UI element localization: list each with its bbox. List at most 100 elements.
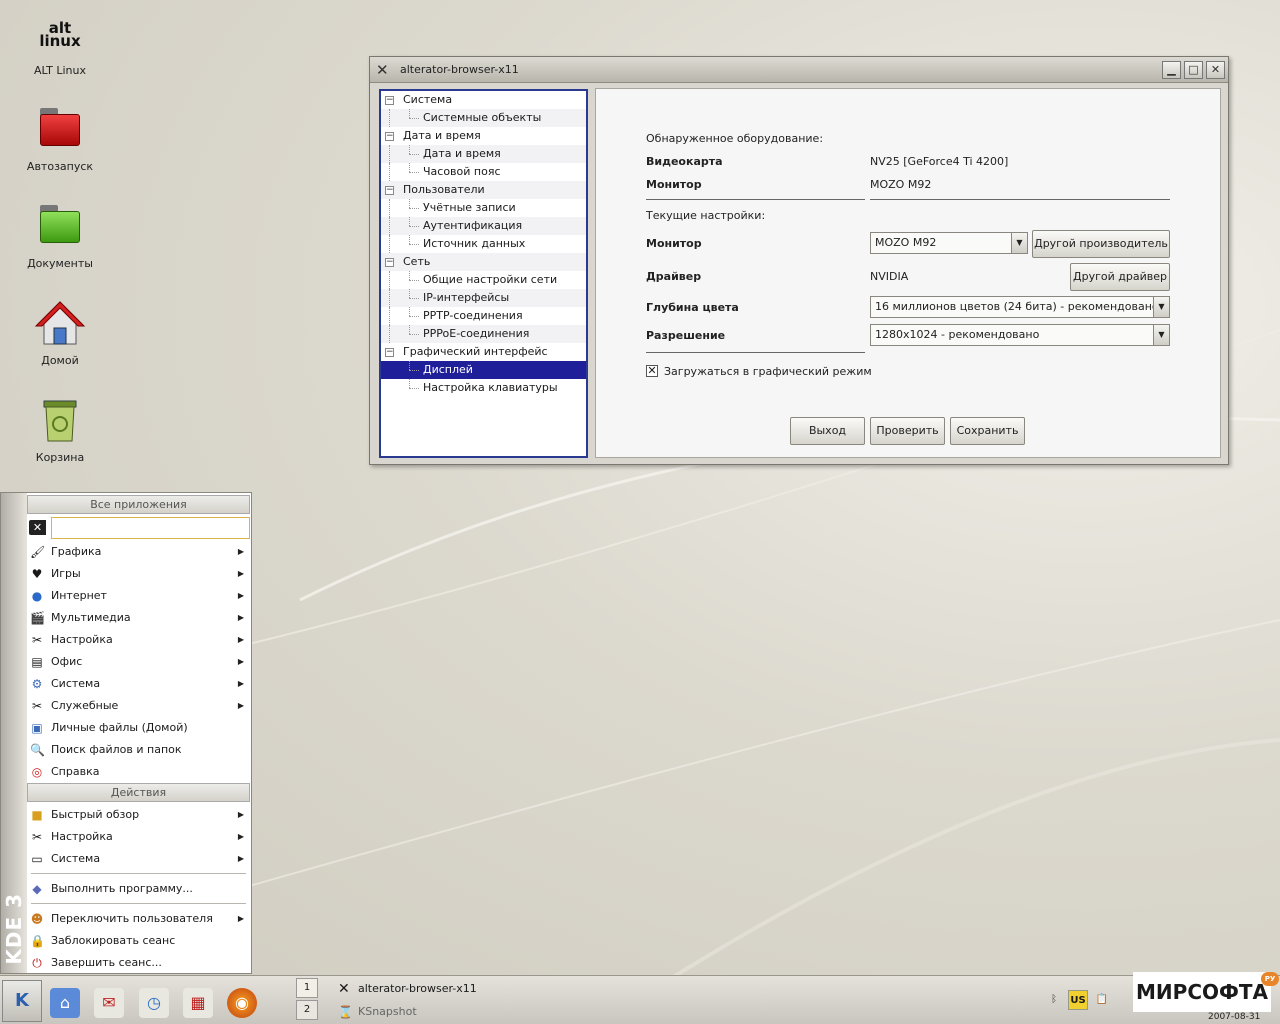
menu-search-input[interactable] bbox=[51, 517, 250, 539]
tree-item-data-source[interactable]: Источник данных bbox=[381, 235, 586, 253]
keyboard-layout-indicator[interactable]: US bbox=[1068, 990, 1088, 1010]
boot-graphic-checkbox[interactable]: ✕ bbox=[646, 365, 658, 377]
calendar-launcher-icon[interactable]: ▦ bbox=[183, 988, 213, 1018]
resolution-select[interactable]: 1280x1024 - рекомендовано ▼ bbox=[870, 324, 1170, 346]
submenu-arrow-icon: ▶ bbox=[237, 854, 244, 863]
other-driver-button[interactable]: Другой драйвер bbox=[1070, 263, 1170, 291]
clock-launcher-icon[interactable]: ◷ bbox=[139, 988, 169, 1018]
tree-item-ip-interfaces[interactable]: IP-интерфейсы bbox=[381, 289, 586, 307]
menu-item-logout[interactable]: ⏻ Завершить сеанс... bbox=[27, 952, 250, 974]
menu-item-quick-browser[interactable]: ■ Быстрый обзор ▶ bbox=[27, 804, 250, 826]
task-alterator[interactable]: ✕ alterator-browser-x11 bbox=[336, 979, 477, 999]
minimize-button[interactable]: ▁ bbox=[1162, 60, 1181, 79]
watermark-badge: РУ bbox=[1261, 972, 1279, 986]
dropdown-arrow-icon[interactable]: ▼ bbox=[1153, 297, 1169, 317]
pager-desktop-1[interactable]: 1 bbox=[296, 978, 318, 998]
submenu-arrow-icon: ▶ bbox=[237, 613, 244, 622]
logout-icon: ⏻ bbox=[32, 956, 42, 970]
tree-item-system[interactable]: − Система bbox=[381, 91, 586, 109]
driver-label: Драйвер bbox=[646, 270, 702, 283]
desktop-icon-trash[interactable]: Корзина bbox=[5, 395, 115, 464]
menu-item-multimedia[interactable]: 🎬 Мультимедиа ▶ bbox=[27, 607, 250, 629]
home-folder-launcher-icon[interactable]: ⌂ bbox=[50, 988, 80, 1018]
firefox-launcher-icon[interactable]: ◉ bbox=[227, 988, 257, 1018]
clipboard-icon[interactable]: 📋 bbox=[1094, 990, 1110, 1010]
other-vendor-button[interactable]: Другой производитель bbox=[1032, 230, 1170, 258]
all-apps-header: Все приложения bbox=[27, 495, 250, 514]
collapse-icon[interactable]: − bbox=[385, 348, 394, 357]
menu-item-find-files[interactable]: 🔍 Поиск файлов и папок bbox=[27, 739, 250, 761]
clear-search-icon[interactable]: ✕ bbox=[29, 520, 46, 535]
bluetooth-icon[interactable]: ᛒ bbox=[1046, 990, 1062, 1010]
monitor-select[interactable]: MOZO M92 ▼ bbox=[870, 232, 1028, 254]
pager-desktop-2[interactable]: 2 bbox=[296, 1000, 318, 1020]
maximize-button[interactable]: □ bbox=[1184, 60, 1203, 79]
menu-item-games[interactable]: ♥ Игры ▶ bbox=[27, 563, 250, 585]
desktop-icon-label: Домой bbox=[41, 354, 79, 367]
document-icon: ▤ bbox=[31, 655, 43, 669]
menu-item-help[interactable]: ◎ Справка bbox=[27, 761, 250, 783]
cards-icon: ♥ bbox=[31, 567, 43, 581]
kde-start-menu: KDE 3 Все приложения ✕ 🖌 Графика ▶ ♥ Игры ▶ … bbox=[0, 492, 252, 974]
desktop-icon-label: Корзина bbox=[35, 451, 85, 464]
menu-item-actions-settings[interactable]: ✂ Настройка ▶ bbox=[27, 826, 250, 848]
submenu-arrow-icon: ▶ bbox=[237, 547, 244, 556]
tree-item-pptp[interactable]: PPTP-соединения bbox=[381, 307, 586, 325]
collapse-icon[interactable]: − bbox=[385, 132, 394, 141]
module-tree[interactable]: − Система Системные объекты − Дата и время… bbox=[379, 89, 588, 458]
menu-item-run-command[interactable]: ◆ Выполнить программу... bbox=[27, 878, 250, 900]
videocard-label: Видеокарта bbox=[646, 155, 723, 168]
alt-linux-logo-icon: alt linux bbox=[39, 19, 81, 50]
tree-item-graphics[interactable]: − Графический интерфейс bbox=[381, 343, 586, 361]
menu-item-internet[interactable]: ● Интернет ▶ bbox=[27, 585, 250, 607]
menu-item-system[interactable]: ⚙ Система ▶ bbox=[27, 673, 250, 695]
collapse-icon[interactable]: − bbox=[385, 258, 394, 267]
tree-item-display[interactable]: Дисплей bbox=[381, 361, 586, 379]
watermark-logo: МИРСОФТА РУ bbox=[1133, 972, 1279, 1012]
tree-item-datetime-settings[interactable]: Дата и время bbox=[381, 145, 586, 163]
menu-item-office[interactable]: ▤ Офис ▶ bbox=[27, 651, 250, 673]
menu-item-utilities[interactable]: ✂ Служебные ▶ bbox=[27, 695, 250, 717]
tree-item-network[interactable]: − Сеть bbox=[381, 253, 586, 271]
desktop-icon-home[interactable]: Домой bbox=[5, 298, 115, 367]
x-app-icon[interactable]: ✕ bbox=[376, 61, 396, 79]
submenu-arrow-icon: ▶ bbox=[237, 569, 244, 578]
check-button[interactable]: Проверить bbox=[870, 417, 945, 445]
menu-item-lock-session[interactable]: 🔒 Заблокировать сеанс bbox=[27, 930, 250, 952]
tree-item-timezone[interactable]: Часовой пояс bbox=[381, 163, 586, 181]
menu-item-settings[interactable]: ✂ Настройка ▶ bbox=[27, 629, 250, 651]
close-button[interactable]: ✕ bbox=[1206, 60, 1225, 79]
menu-separator bbox=[31, 873, 246, 874]
menu-item-graphics[interactable]: 🖌 Графика ▶ bbox=[27, 541, 250, 563]
lifebuoy-icon: ◎ bbox=[31, 765, 43, 779]
task-ksnapshot[interactable]: ⌛ KSnapshot bbox=[336, 1002, 417, 1022]
desktop-icon-autostart[interactable]: Автозапуск bbox=[5, 104, 115, 173]
tree-item-datetime[interactable]: − Дата и время bbox=[381, 127, 586, 145]
k-menu-button[interactable]: K bbox=[2, 980, 42, 1022]
tree-item-keyboard[interactable]: Настройка клавиатуры bbox=[381, 379, 586, 397]
desktop-icon-alt-linux[interactable]: alt linux ALT Linux bbox=[5, 8, 115, 78]
tree-item-network-general[interactable]: Общие настройки сети bbox=[381, 271, 586, 289]
tree-item-system-objects[interactable]: Системные объекты bbox=[381, 109, 586, 127]
tree-item-accounts[interactable]: Учётные записи bbox=[381, 199, 586, 217]
mail-launcher-icon[interactable]: ✉ bbox=[94, 988, 124, 1018]
menu-item-home-files[interactable]: ▣ Личные файлы (Домой) bbox=[27, 717, 250, 739]
save-button[interactable]: Сохранить bbox=[950, 417, 1025, 445]
submenu-arrow-icon: ▶ bbox=[237, 679, 244, 688]
dropdown-arrow-icon[interactable]: ▼ bbox=[1153, 325, 1169, 345]
color-depth-select[interactable]: 16 миллионов цветов (24 бита) - рекоменд… bbox=[870, 296, 1170, 318]
paintbrush-icon: 🖌 bbox=[30, 545, 46, 559]
menu-item-switch-user[interactable]: ☻ Переключить пользователя ▶ bbox=[27, 908, 250, 930]
menu-item-actions-system[interactable]: ▭ Система ▶ bbox=[27, 848, 250, 870]
taskbar: K ⌂ ✉ ◷ ▦ ◉ 1 2 ✕ alterator-browser-x11 ⌛… bbox=[0, 975, 1280, 1024]
collapse-icon[interactable]: − bbox=[385, 96, 394, 105]
collapse-icon[interactable]: − bbox=[385, 186, 394, 195]
tree-item-pppoe[interactable]: PPPoE-соединения bbox=[381, 325, 586, 343]
window-titlebar[interactable]: ✕ alterator-browser-x11 ▁ □ ✕ bbox=[370, 57, 1228, 83]
trash-icon bbox=[34, 395, 86, 447]
exit-button[interactable]: Выход bbox=[790, 417, 865, 445]
tree-item-users[interactable]: − Пользователи bbox=[381, 181, 586, 199]
desktop-icon-documents[interactable]: Документы bbox=[5, 201, 115, 270]
dropdown-arrow-icon[interactable]: ▼ bbox=[1011, 233, 1027, 253]
tree-item-authentication[interactable]: Аутентификация bbox=[381, 217, 586, 235]
